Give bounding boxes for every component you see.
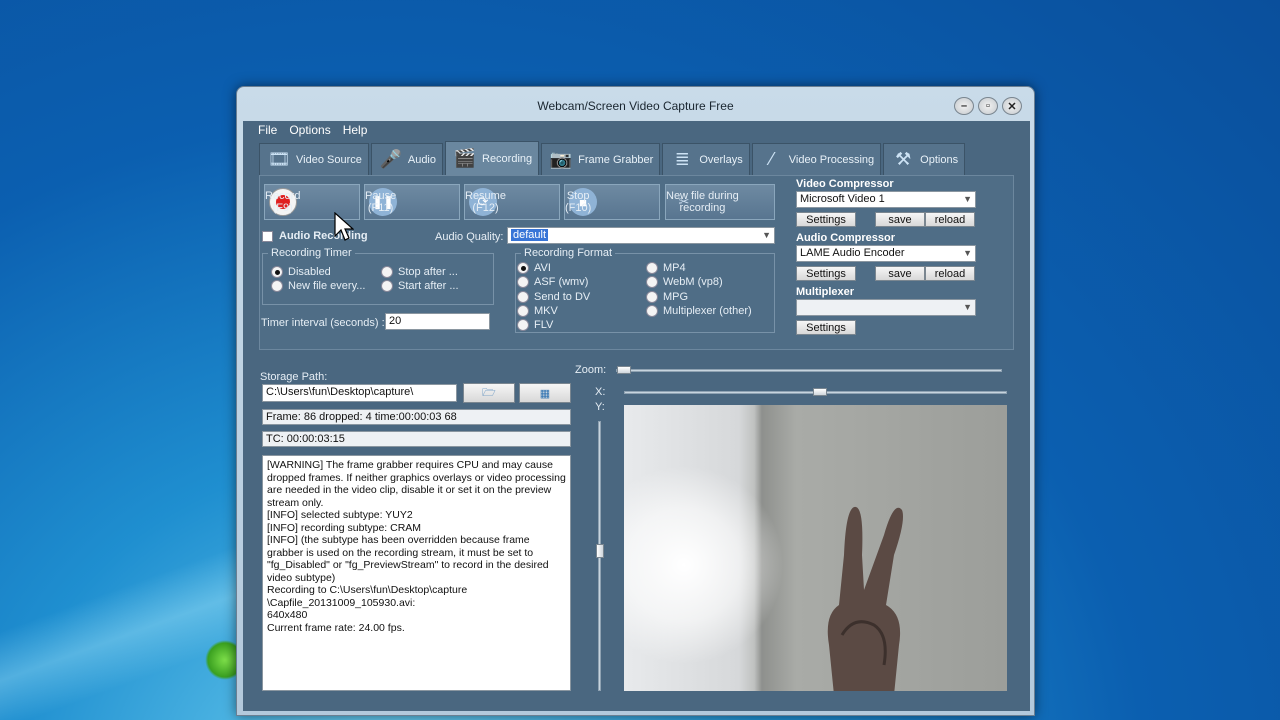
zoom-slider[interactable] — [616, 369, 1002, 372]
client-area: File Options Help 🎞 Video Source 🎤 Audio 🎬… — [243, 121, 1030, 711]
app-window: Webcam/Screen Video Capture Free – ▫ ✕ F… — [236, 86, 1035, 716]
maximize-icon[interactable]: ▫ — [978, 97, 998, 115]
menu-options[interactable]: Options — [289, 123, 330, 139]
wand-icon: ⁄ — [770, 149, 774, 169]
microphone-icon: 🎤 — [379, 149, 403, 169]
zoom-label: Zoom: — [575, 364, 607, 376]
menu-help[interactable]: Help — [343, 123, 368, 139]
open-folder-button[interactable]: ▦ — [519, 383, 571, 403]
audio-compressor-reload-button[interactable]: reload — [925, 266, 975, 281]
audio-compressor-save-button[interactable]: save — [875, 266, 925, 281]
y-slider-thumb[interactable] — [596, 544, 604, 558]
timer-new-file-radio[interactable]: New file every... — [271, 280, 365, 292]
tab-options[interactable]: ⚒ Options — [883, 143, 966, 175]
timer-stop-after-radio[interactable]: Stop after ... — [381, 266, 458, 278]
log-line: Recording to C:\Users\fun\Desktop\captur… — [267, 584, 471, 609]
title-bar[interactable]: Webcam/Screen Video Capture Free – ▫ ✕ — [237, 87, 1034, 121]
format-webm-radio[interactable]: WebM (vp8) — [646, 276, 723, 288]
tab-strip: 🎞 Video Source 🎤 Audio 🎬 Recording 📷 Frame G… — [259, 141, 967, 175]
video-compressor-title: Video Compressor — [796, 178, 894, 190]
chevron-down-icon: ▼ — [963, 248, 972, 258]
video-preview[interactable] — [624, 405, 1007, 691]
format-mpg-radio[interactable]: MPG — [646, 291, 688, 303]
chevron-down-icon: ▼ — [963, 194, 972, 204]
timer-disabled-radio[interactable]: Disabled — [271, 266, 331, 278]
resume-button[interactable]: ⟳ Resume (F12) — [464, 184, 560, 220]
window-title: Webcam/Screen Video Capture Free — [537, 99, 734, 113]
audio-recording-checkbox[interactable] — [262, 231, 273, 242]
layers-icon: ≣ — [674, 149, 690, 169]
audio-compressor-title: Audio Compressor — [796, 232, 896, 244]
frame-info-field: Frame: 86 dropped: 4 time:00:00:03 68 — [262, 409, 571, 425]
format-mkv-radio[interactable]: MKV — [517, 305, 558, 317]
mouse-cursor-icon — [334, 212, 354, 241]
menu-bar: File Options Help — [243, 121, 1030, 139]
tab-overlays[interactable]: ≣ Overlays — [662, 143, 750, 175]
tab-recording[interactable]: 🎬 Recording — [445, 141, 540, 175]
new-file-button[interactable]: ✂ New file during recording — [665, 184, 775, 220]
format-multiplexer-radio[interactable]: Multiplexer (other) — [646, 305, 752, 317]
timer-interval-input[interactable]: 20 — [385, 313, 490, 330]
log-line: [INFO] selected subtype: YUY2 — [267, 509, 413, 521]
folder-icon: 🗁 — [482, 386, 496, 399]
tab-video-source[interactable]: 🎞 Video Source — [259, 143, 369, 175]
storage-path-input[interactable]: C:\Users\fun\Desktop\capture\ — [262, 384, 457, 402]
audio-quality-label: Audio Quality: — [435, 231, 504, 243]
close-icon[interactable]: ✕ — [1002, 97, 1022, 115]
recording-panel: Record (F9) ❚❚ Pause (F11) ⟳ Resume (F12) ■… — [259, 175, 1014, 350]
format-mp4-radio[interactable]: MP4 — [646, 262, 686, 274]
x-slider-thumb[interactable] — [813, 388, 827, 396]
video-compressor-save-button[interactable]: save — [875, 212, 925, 227]
recording-format-group: Recording Format AVI ASF (wmv) Send to D… — [515, 247, 775, 333]
audio-recording-label: Audio Recording — [279, 230, 368, 242]
audio-quality-select[interactable]: default ▼ — [507, 227, 775, 244]
tools-icon: ⚒ — [895, 149, 912, 169]
format-flv-radio[interactable]: FLV — [517, 319, 553, 331]
tab-frame-grabber[interactable]: 📷 Frame Grabber — [541, 143, 661, 175]
timer-interval-label: Timer interval (seconds) : — [261, 317, 385, 329]
log-line: [INFO] recording subtype: CRAM — [267, 521, 422, 534]
open-folder-icon: ▦ — [539, 387, 551, 400]
log-line: 640x480 — [267, 609, 308, 621]
video-compressor-select[interactable]: Microsoft Video 1 ▼ — [796, 191, 976, 208]
log-line: Current frame rate: 24.00 fps. — [267, 621, 405, 634]
zoom-slider-thumb[interactable] — [617, 366, 631, 374]
format-avi-radio[interactable]: AVI — [517, 262, 551, 274]
pause-button[interactable]: ❚❚ Pause (F11) — [364, 184, 460, 220]
stop-button[interactable]: ■ Stop (F10) — [564, 184, 660, 220]
x-label: X: — [595, 386, 606, 398]
audio-compressor-select[interactable]: LAME Audio Encoder ▼ — [796, 245, 976, 262]
chevron-down-icon: ▼ — [963, 302, 972, 312]
minimize-icon[interactable]: – — [954, 97, 974, 115]
log-line: [WARNING] The frame grabber requires CPU… — [267, 459, 569, 509]
film-icon: 🎞 — [267, 149, 291, 169]
log-line: [INFO] (the subtype has been overridden … — [267, 534, 552, 584]
multiplexer-title: Multiplexer — [796, 286, 855, 298]
y-label: Y: — [595, 401, 605, 413]
browse-folder-button[interactable]: 🗁 — [463, 383, 515, 403]
audio-compressor-settings-button[interactable]: Settings — [796, 266, 856, 281]
recording-timer-group: Recording Timer Disabled New file every.… — [262, 247, 494, 305]
timer-start-after-radio[interactable]: Start after ... — [381, 280, 459, 292]
tab-audio[interactable]: 🎤 Audio — [370, 143, 443, 175]
tab-video-processing[interactable]: ⁄ Video Processing — [751, 143, 882, 175]
chevron-down-icon: ▼ — [762, 230, 771, 240]
camera-icon: 📷 — [549, 149, 573, 169]
video-compressor-reload-button[interactable]: reload — [925, 212, 975, 227]
video-compressor-settings-button[interactable]: Settings — [796, 212, 856, 227]
storage-path-label: Storage Path: — [260, 371, 328, 383]
multiplexer-select[interactable]: ▼ — [796, 299, 976, 316]
timecode-field: TC: 00:00:03:15 — [262, 431, 571, 447]
menu-file[interactable]: File — [258, 123, 277, 139]
format-dv-radio[interactable]: Send to DV — [517, 291, 590, 303]
log-area[interactable]: [WARNING] The frame grabber requires CPU… — [262, 455, 571, 691]
multiplexer-settings-button[interactable]: Settings — [796, 320, 856, 335]
hand-image — [827, 506, 903, 691]
film-record-icon: 🎬 — [453, 148, 477, 168]
format-asf-radio[interactable]: ASF (wmv) — [517, 276, 588, 288]
